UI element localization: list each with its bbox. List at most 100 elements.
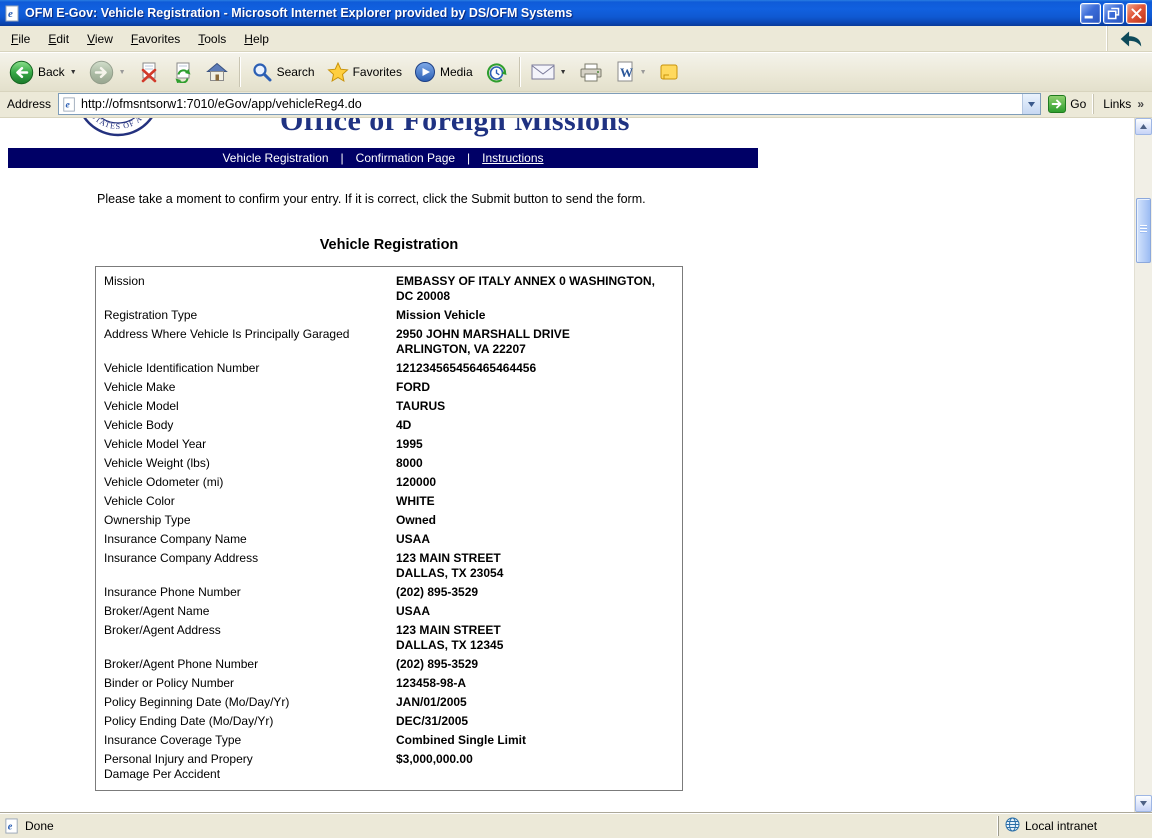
field-row-insurance-company-name: Insurance Company NameUSAA (96, 530, 682, 549)
field-value: $3,000,000.00 (396, 752, 674, 782)
stop-button[interactable] (133, 58, 165, 86)
scroll-thumb[interactable] (1136, 198, 1151, 263)
field-row-registration-type: Registration TypeMission Vehicle (96, 306, 682, 325)
scroll-down-button[interactable] (1135, 795, 1152, 812)
field-label: Insurance Phone Number (104, 585, 396, 600)
favorites-label: Favorites (353, 65, 402, 79)
address-dropdown-button[interactable] (1022, 94, 1040, 114)
toolbar: Back ▼ ▼ Sea (0, 52, 1152, 92)
field-value: TAURUS (396, 399, 674, 414)
scroll-down-icon (1140, 801, 1147, 806)
nav-instructions[interactable]: Instructions (482, 151, 543, 165)
field-label: Vehicle Model Year (104, 437, 396, 452)
field-value: 123458-98-A (396, 676, 674, 691)
field-row-mission: MissionEMBASSY OF ITALY ANNEX 0 WASHINGT… (96, 272, 682, 306)
mail-icon (531, 63, 555, 81)
field-label: Insurance Coverage Type (104, 733, 396, 748)
confirmation-table: MissionEMBASSY OF ITALY ANNEX 0 WASHINGT… (95, 266, 683, 791)
field-value: WHITE (396, 494, 674, 509)
menu-edit[interactable]: Edit (39, 27, 78, 51)
field-value: (202) 895-3529 (396, 657, 674, 672)
print-icon (579, 62, 603, 83)
forward-dropdown-caret[interactable]: ▼ (119, 69, 126, 76)
field-row-vehicle-model-year: Vehicle Model Year1995 (96, 435, 682, 454)
field-row-broker-agent-name: Broker/Agent NameUSAA (96, 602, 682, 621)
go-button[interactable]: Go (1041, 95, 1093, 113)
ie-page-icon: e (62, 97, 77, 112)
scroll-up-button[interactable] (1135, 118, 1152, 135)
vertical-scrollbar[interactable] (1134, 118, 1152, 812)
forward-button[interactable]: ▼ (84, 57, 131, 88)
mail-dropdown-caret[interactable]: ▼ (560, 69, 567, 76)
minimize-button[interactable] (1080, 3, 1101, 24)
field-row-address-where-vehicle-is-principally-garaged: Address Where Vehicle Is Principally Gar… (96, 325, 682, 359)
menu-favorites[interactable]: Favorites (122, 27, 189, 51)
back-label: Back (38, 65, 65, 79)
menu-tools[interactable]: Tools (189, 27, 235, 51)
field-row-vehicle-weight-lbs: Vehicle Weight (lbs)8000 (96, 454, 682, 473)
back-button[interactable]: Back ▼ (4, 57, 82, 88)
field-label: Vehicle Make (104, 380, 396, 395)
edit-dropdown-caret[interactable]: ▼ (640, 69, 647, 76)
refresh-icon (172, 61, 194, 83)
masthead-title: Office of Foreign Missions (280, 118, 630, 138)
restore-button[interactable] (1103, 3, 1124, 24)
search-button[interactable]: Search (246, 58, 320, 86)
svg-text:W: W (620, 65, 633, 80)
field-value: DEC/31/2005 (396, 714, 674, 729)
messenger-icon (659, 62, 679, 82)
media-label: Media (440, 65, 473, 79)
nav-confirmation-page[interactable]: Confirmation Page (356, 151, 455, 165)
field-row-vehicle-body: Vehicle Body4D (96, 416, 682, 435)
minimize-icon (1081, 3, 1100, 24)
field-label: Policy Ending Date (Mo/Day/Yr) (104, 714, 396, 729)
favorites-icon (327, 61, 349, 83)
menu-file[interactable]: File (2, 27, 39, 51)
field-row-insurance-company-address: Insurance Company Address123 MAIN STREET… (96, 549, 682, 583)
security-zone: Local intranet (998, 816, 1148, 836)
field-label: Address Where Vehicle Is Principally Gar… (104, 327, 396, 357)
go-label: Go (1070, 97, 1086, 111)
field-value: (202) 895-3529 (396, 585, 674, 600)
nav-separator: | (341, 151, 344, 165)
back-dropdown-caret[interactable]: ▼ (70, 69, 77, 76)
favorites-button[interactable]: Favorites (322, 58, 407, 86)
close-icon (1127, 3, 1146, 24)
menu-help[interactable]: Help (235, 27, 278, 51)
links-chevron-icon: » (1137, 97, 1144, 111)
field-label: Broker/Agent Address (104, 623, 396, 653)
links-button[interactable]: Links » (1093, 94, 1150, 114)
field-row-ownership-type: Ownership TypeOwned (96, 511, 682, 530)
menu-bar-brand (1107, 26, 1152, 51)
close-button[interactable] (1126, 3, 1147, 24)
field-value: Mission Vehicle (396, 308, 674, 323)
field-value: Combined Single Limit (396, 733, 674, 748)
go-icon (1048, 95, 1066, 113)
field-label: Mission (104, 274, 396, 304)
refresh-button[interactable] (167, 58, 199, 86)
address-bar: Address e http://ofmsntsorw1:7010/eGov/a… (0, 92, 1152, 118)
field-row-insurance-coverage-type: Insurance Coverage TypeCombined Single L… (96, 731, 682, 750)
field-label: Policy Beginning Date (Mo/Day/Yr) (104, 695, 396, 710)
field-label: Broker/Agent Phone Number (104, 657, 396, 672)
field-label: Vehicle Odometer (mi) (104, 475, 396, 490)
messenger-button[interactable] (654, 59, 684, 85)
mail-button[interactable]: ▼ (526, 60, 572, 84)
field-label: Vehicle Identification Number (104, 361, 396, 376)
edit-button[interactable]: W ▼ (610, 58, 652, 86)
address-input[interactable]: e http://ofmsntsorw1:7010/eGov/app/vehic… (58, 93, 1041, 115)
field-label: Insurance Company Name (104, 532, 396, 547)
nav-separator: | (467, 151, 470, 165)
nav-vehicle-registration[interactable]: Vehicle Registration (222, 151, 328, 165)
media-button[interactable]: Media (409, 58, 478, 86)
ie-page-icon: e (4, 818, 20, 834)
field-value: 120000 (396, 475, 674, 490)
home-button[interactable] (201, 58, 233, 86)
menu-bar-items: FileEditViewFavoritesToolsHelp (2, 26, 278, 51)
chevron-down-icon (1028, 102, 1035, 107)
print-button[interactable] (574, 59, 608, 86)
history-button[interactable] (480, 58, 513, 87)
forward-icon (89, 60, 114, 85)
menu-view[interactable]: View (78, 27, 122, 51)
field-value: 123 MAIN STREET DALLAS, TX 12345 (396, 623, 674, 653)
